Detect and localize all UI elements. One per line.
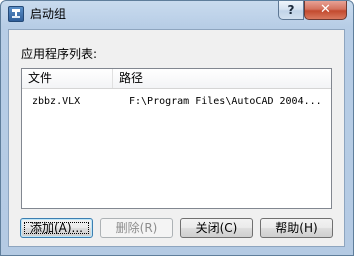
- list-item-file: zbbz.VLX: [32, 96, 81, 107]
- close-window-button[interactable]: ✕: [304, 1, 347, 20]
- help-button[interactable]: 帮助(H): [260, 218, 333, 238]
- question-icon: ?: [287, 3, 295, 17]
- delete-button[interactable]: 删除(R): [100, 218, 173, 238]
- listview-header: 文件 路径: [22, 69, 331, 89]
- title-bar[interactable]: 启动组 ? ✕: [1, 1, 353, 29]
- window-title: 启动组: [30, 7, 67, 21]
- help-title-button[interactable]: ?: [278, 1, 304, 20]
- list-item-path: F:\Program Files\AutoCAD 2004...: [129, 96, 322, 107]
- application-list-label: 应用程序列表:: [21, 47, 98, 61]
- application-listview[interactable]: 文件 路径 zbbz.VLX F:\Program Files\AutoCAD …: [21, 68, 332, 209]
- close-icon: ✕: [320, 2, 331, 17]
- add-button[interactable]: 添加(A)...: [20, 218, 93, 238]
- dialog-body: 应用程序列表: 文件 路径 zbbz.VLX F:\Program Files\…: [8, 29, 345, 247]
- app-icon-glyph: [12, 9, 20, 18]
- close-button[interactable]: 关闭(C): [180, 218, 253, 238]
- app-icon: [8, 6, 24, 22]
- startup-suite-dialog: 启动组 ? ✕ 应用程序列表: 文件 路径 zbbz.VLX F:\Progra…: [0, 0, 354, 256]
- column-header-path[interactable]: 路径: [113, 69, 331, 88]
- list-item[interactable]: zbbz.VLX F:\Program Files\AutoCAD 2004..…: [22, 94, 331, 110]
- column-header-file[interactable]: 文件: [22, 69, 113, 88]
